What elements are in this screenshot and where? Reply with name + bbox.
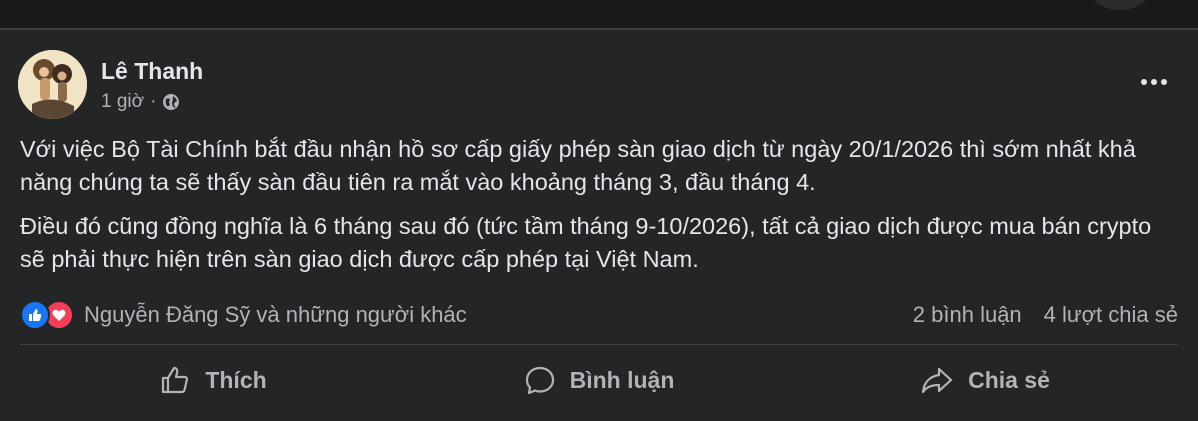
comment-bubble-icon — [525, 366, 554, 395]
more-dot — [1141, 79, 1147, 85]
facebook-post: Lê Thanh 1 giờ · Với việc Bộ Tài Chính b… — [0, 30, 1198, 421]
more-options-icon[interactable] — [1136, 72, 1172, 92]
comment-count[interactable]: 2 bình luận — [913, 302, 1022, 328]
author-block: Lê Thanh 1 giờ · — [101, 57, 203, 113]
meta-separator: · — [150, 90, 157, 112]
globe-icon[interactable] — [162, 93, 180, 111]
comment-label: Bình luận — [569, 366, 675, 393]
post-header: Lê Thanh 1 giờ · — [18, 50, 203, 119]
like-label: Thích — [205, 366, 267, 393]
comment-button[interactable]: Bình luận — [406, 352, 792, 408]
share-button[interactable]: Chia sẻ — [792, 352, 1178, 408]
share-arrow-icon — [921, 367, 953, 394]
more-dot — [1161, 79, 1167, 85]
share-label: Chia sẻ — [968, 366, 1050, 393]
author-name[interactable]: Lê Thanh — [101, 57, 203, 85]
thumbs-up-icon — [162, 366, 189, 394]
post-paragraph: Với việc Bộ Tài Chính bắt đầu nhận hồ sơ… — [20, 136, 1136, 195]
reactions-names[interactable]: Nguyễn Đăng Sỹ và những người khác — [84, 302, 467, 328]
post-actions: Thích Bình luận Chia sẻ — [20, 352, 1178, 408]
reactions-summary[interactable]: Nguyễn Đăng Sỹ và những người khác — [20, 300, 467, 330]
reaction-icons — [20, 300, 74, 330]
previous-content-button — [1090, 0, 1150, 10]
engagement-counts: 2 bình luận 4 lượt chia sẻ — [913, 302, 1178, 328]
post-meta: 1 giờ · — [101, 91, 203, 113]
like-button[interactable]: Thích — [20, 352, 406, 408]
reactions-row: Nguyễn Đăng Sỹ và những người khác 2 bìn… — [20, 298, 1178, 332]
more-dot — [1151, 79, 1157, 85]
post-time[interactable]: 1 giờ — [101, 91, 144, 113]
like-reaction-icon — [20, 300, 50, 330]
actions-divider — [20, 344, 1178, 345]
previous-content-edge — [0, 0, 1198, 30]
post-paragraph: Điều đó cũng đồng nghĩa là 6 tháng sau đ… — [20, 213, 1152, 272]
avatar-illustration-icon — [18, 50, 87, 119]
avatar[interactable] — [18, 50, 87, 119]
share-count[interactable]: 4 lượt chia sẻ — [1044, 302, 1178, 328]
post-body: Với việc Bộ Tài Chính bắt đầu nhận hồ sơ… — [20, 133, 1180, 287]
